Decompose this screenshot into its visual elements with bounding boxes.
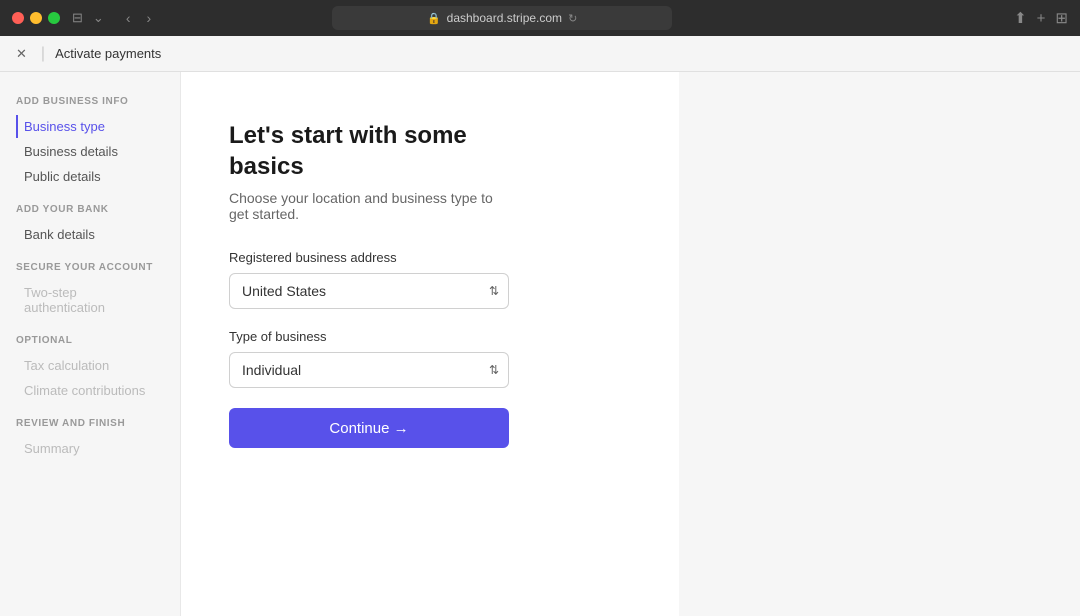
refresh-icon: ↻ bbox=[568, 12, 577, 25]
url-text: dashboard.stripe.com bbox=[447, 11, 562, 25]
sidebar-item-two-step: Two-step authentication bbox=[16, 281, 164, 319]
tab-title: Activate payments bbox=[55, 46, 161, 61]
browser-chrome: ⊟ ⌄ ‹ › 🔒 dashboard.stripe.com ↻ ⬆ + ⊞ bbox=[0, 0, 1080, 36]
lock-icon: 🔒 bbox=[427, 12, 441, 25]
back-button[interactable]: ‹ bbox=[120, 8, 137, 28]
app-container: ADD BUSINESS INFO Business type Business… bbox=[0, 72, 1080, 616]
tab-divider: | bbox=[41, 45, 45, 63]
continue-button[interactable]: Continue → bbox=[229, 408, 509, 448]
section-label-secure: SECURE YOUR ACCOUNT bbox=[16, 262, 164, 273]
browser-nav: ‹ › bbox=[120, 8, 157, 28]
address-field-label: Registered business address bbox=[229, 250, 509, 265]
section-label-bank: ADD YOUR BANK bbox=[16, 204, 164, 215]
form-container: Let's start with some basics Choose your… bbox=[229, 120, 509, 448]
page-subtitle: Choose your location and business type t… bbox=[229, 190, 509, 222]
right-panel bbox=[679, 72, 1080, 616]
address-bar[interactable]: 🔒 dashboard.stripe.com ↻ bbox=[332, 6, 672, 30]
sidebar-item-tax: Tax calculation bbox=[16, 354, 164, 377]
forward-button[interactable]: › bbox=[140, 8, 157, 28]
section-label-business-info: ADD BUSINESS INFO bbox=[16, 96, 164, 107]
sidebar-item-business-type[interactable]: Business type bbox=[16, 115, 164, 138]
sidebar-item-business-details[interactable]: Business details bbox=[16, 140, 164, 163]
sidebar-item-climate: Climate contributions bbox=[16, 379, 164, 402]
main-content: Let's start with some basics Choose your… bbox=[180, 72, 679, 616]
business-type-select-wrapper: Individual Company Non-profit Government… bbox=[229, 352, 509, 388]
grid-icon[interactable]: ⊞ bbox=[1055, 9, 1068, 27]
section-label-review: REVIEW AND FINISH bbox=[16, 418, 164, 429]
sidebar-item-bank-details[interactable]: Bank details bbox=[16, 223, 164, 246]
address-select[interactable]: United States United Kingdom Canada Aust… bbox=[229, 273, 509, 309]
tab-bar: ✕ | Activate payments bbox=[0, 36, 1080, 72]
traffic-lights bbox=[12, 12, 60, 24]
tab-close-button[interactable]: ✕ bbox=[16, 46, 27, 62]
section-label-optional: OPTIONAL bbox=[16, 335, 164, 346]
close-button[interactable] bbox=[12, 12, 24, 24]
sidebar-item-public-details[interactable]: Public details bbox=[16, 165, 164, 188]
window-icon: ⊟ bbox=[72, 10, 83, 26]
chevron-down-icon: ⌄ bbox=[93, 10, 104, 26]
sidebar: ADD BUSINESS INFO Business type Business… bbox=[0, 72, 180, 616]
share-icon[interactable]: ⬆ bbox=[1014, 9, 1027, 27]
maximize-button[interactable] bbox=[48, 12, 60, 24]
minimize-button[interactable] bbox=[30, 12, 42, 24]
address-select-wrapper: United States United Kingdom Canada Aust… bbox=[229, 273, 509, 309]
new-tab-icon[interactable]: + bbox=[1037, 10, 1046, 27]
sidebar-item-summary: Summary bbox=[16, 437, 164, 460]
business-type-select[interactable]: Individual Company Non-profit Government… bbox=[229, 352, 509, 388]
business-type-field-label: Type of business bbox=[229, 329, 509, 344]
page-title: Let's start with some basics bbox=[229, 120, 509, 182]
browser-actions: ⬆ + ⊞ bbox=[1014, 9, 1068, 27]
